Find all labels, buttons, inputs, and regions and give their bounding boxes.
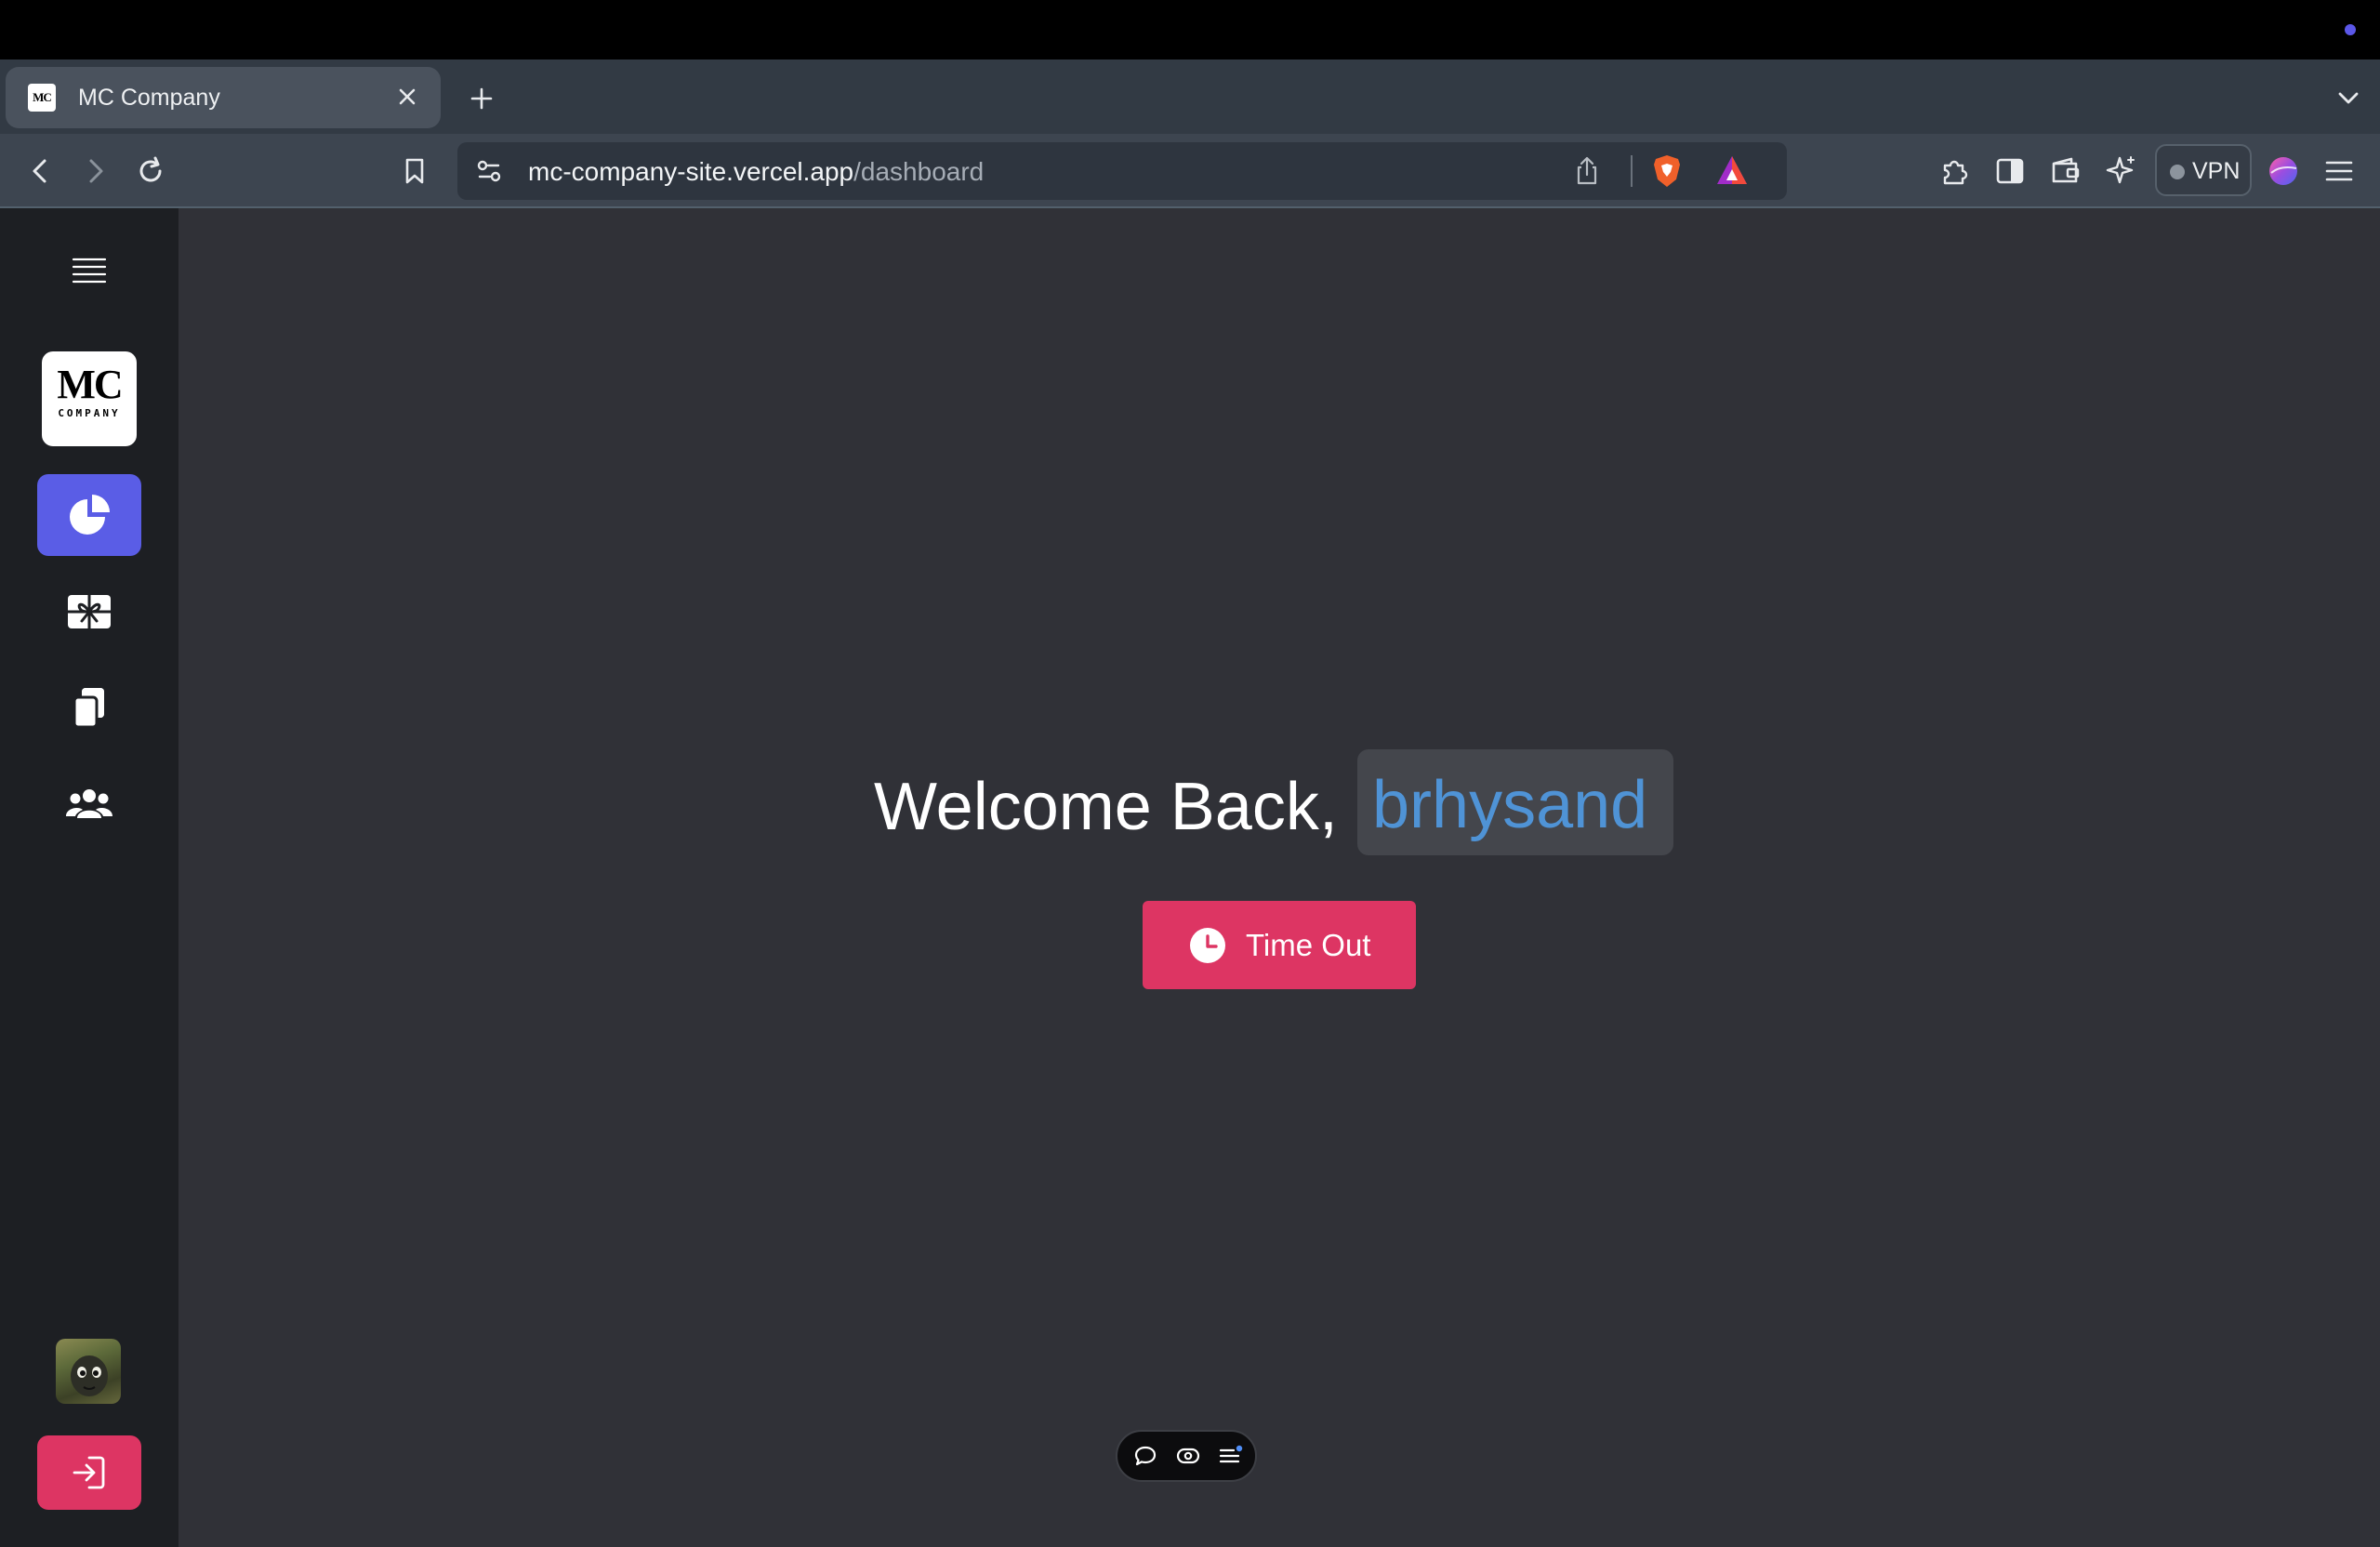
brave-shields-icon[interactable] <box>1647 152 1686 191</box>
sidebar-item-team[interactable] <box>37 764 141 846</box>
tab-strip: MC MC Company <box>0 60 2380 134</box>
pie-chart-icon <box>70 495 110 535</box>
address-bar[interactable]: mc-company-site.vercel.app/dashboard <box>457 142 1787 200</box>
url-host: mc-company-site.vercel.app <box>528 157 854 186</box>
welcome-text: Welcome Back, <box>874 770 1338 844</box>
leo-ai-icon[interactable] <box>2101 151 2142 192</box>
tab-title: MC Company <box>78 85 220 111</box>
username-chip: brhysand <box>1357 749 1673 855</box>
share-icon[interactable] <box>1569 153 1605 189</box>
logout-button[interactable] <box>37 1435 141 1510</box>
bookmark-icon[interactable] <box>394 151 435 192</box>
url-text[interactable]: mc-company-site.vercel.app/dashboard <box>528 157 984 187</box>
sign-in-icon <box>73 1456 105 1489</box>
brave-rewards-icon[interactable] <box>1712 152 1752 191</box>
menu-icon[interactable] <box>2319 151 2360 192</box>
app-sidebar: MC COMPANY <box>0 208 178 1547</box>
time-out-button[interactable]: Time Out <box>1143 901 1416 989</box>
site-settings-icon[interactable] <box>470 152 508 190</box>
back-icon[interactable] <box>20 151 61 192</box>
logo-company-text: COMPANY <box>58 407 121 419</box>
comment-icon[interactable] <box>1132 1443 1158 1469</box>
logo-mc-text: MC <box>57 362 123 407</box>
url-path: /dashboard <box>853 157 985 186</box>
system-bar <box>0 0 2380 60</box>
clock-icon <box>1190 928 1225 963</box>
wallet-icon[interactable] <box>2045 151 2086 192</box>
hamburger-menu-icon[interactable] <box>71 253 108 290</box>
profile-icon[interactable] <box>2263 151 2304 192</box>
close-icon[interactable] <box>390 80 424 113</box>
visibility-icon[interactable] <box>1175 1443 1201 1469</box>
sidebar-item-dashboard[interactable] <box>37 474 141 556</box>
status-dot <box>2345 24 2356 35</box>
gift-icon <box>68 595 111 628</box>
vpn-status-dot <box>2170 165 2185 179</box>
sidebar-item-documents[interactable] <box>37 668 141 749</box>
sidebar-item-gifts[interactable] <box>37 571 141 653</box>
chevron-down-icon[interactable] <box>2328 78 2369 119</box>
vpn-button[interactable]: VPN <box>2155 144 2252 196</box>
copy-icon <box>73 688 104 729</box>
users-icon <box>66 789 112 818</box>
divider <box>1631 155 1633 187</box>
main-content: Welcome Back, brhysand Time Out <box>178 208 2380 1547</box>
tab-mc-company[interactable]: MC MC Company <box>6 67 441 128</box>
vpn-label: VPN <box>2192 158 2241 184</box>
username: brhysand <box>1372 768 1648 842</box>
extensions-icon[interactable] <box>1934 151 1975 192</box>
company-logo[interactable]: MC COMPANY <box>42 351 137 446</box>
floating-toolbar <box>1116 1430 1257 1482</box>
browser-toolbar: mc-company-site.vercel.app/dashboard VPN <box>0 134 2380 208</box>
avatar-image <box>71 1355 108 1396</box>
new-tab-icon[interactable] <box>461 78 502 119</box>
tab-favicon: MC <box>28 84 56 112</box>
avatar[interactable] <box>56 1339 121 1404</box>
time-out-label: Time Out <box>1246 928 1371 962</box>
reload-icon[interactable] <box>130 151 171 192</box>
forward-icon[interactable] <box>74 151 115 192</box>
list-icon[interactable] <box>1218 1443 1244 1469</box>
sidebar-icon[interactable] <box>1990 151 2030 192</box>
